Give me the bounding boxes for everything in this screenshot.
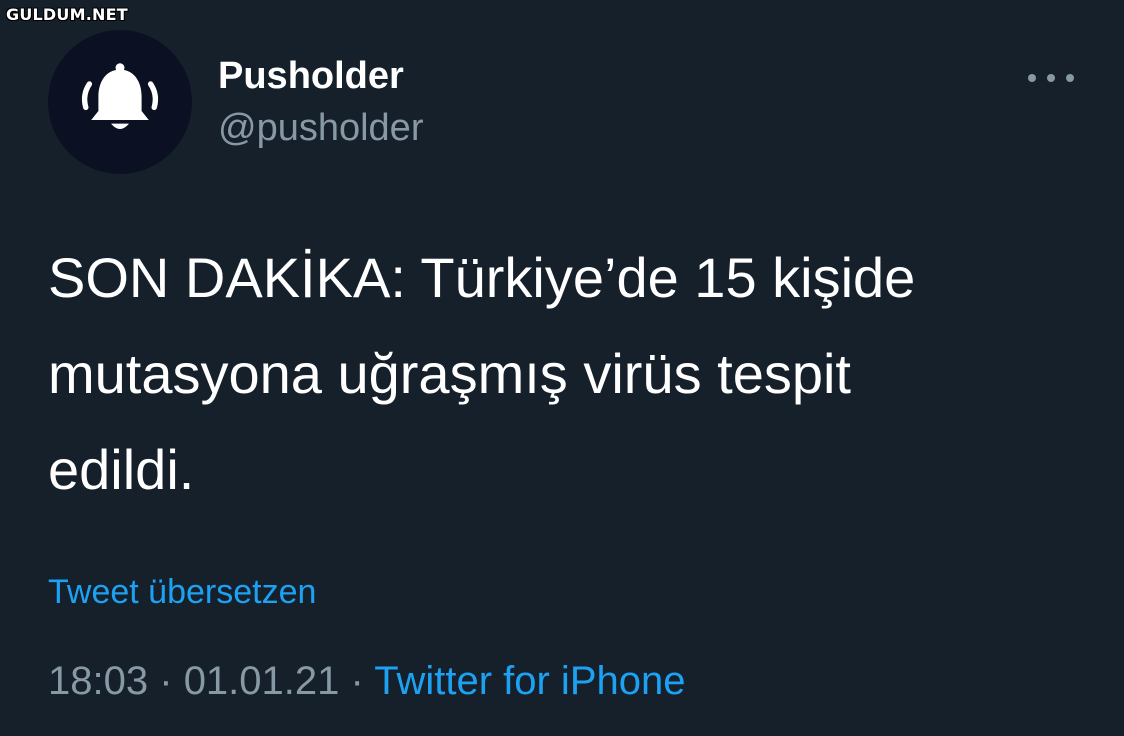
more-dot	[1066, 74, 1074, 82]
avatar[interactable]	[48, 30, 192, 174]
tweet-date[interactable]: 01.01.21	[184, 659, 340, 703]
more-options-icon[interactable]	[1028, 66, 1074, 90]
author-display-name[interactable]: Pusholder	[218, 52, 404, 100]
more-dot	[1047, 74, 1055, 82]
bell-icon	[81, 63, 159, 129]
watermark-logo: GULDUM.NET	[6, 5, 128, 24]
author-handle[interactable]: @pusholder	[218, 104, 423, 152]
tweet-metadata: 18:03 · 01.01.21 · Twitter for iPhone	[48, 655, 685, 707]
separator: ·	[159, 659, 173, 703]
tweet-text: SON DAKİKA: Türkiye’de 15 kişide mutasyo…	[48, 246, 916, 501]
separator: ·	[350, 659, 364, 703]
translate-tweet-link[interactable]: Tweet übersetzen	[48, 570, 316, 614]
tweet-source-link[interactable]: Twitter for iPhone	[374, 659, 685, 703]
more-dot	[1028, 74, 1036, 82]
tweet-time[interactable]: 18:03	[48, 659, 148, 703]
